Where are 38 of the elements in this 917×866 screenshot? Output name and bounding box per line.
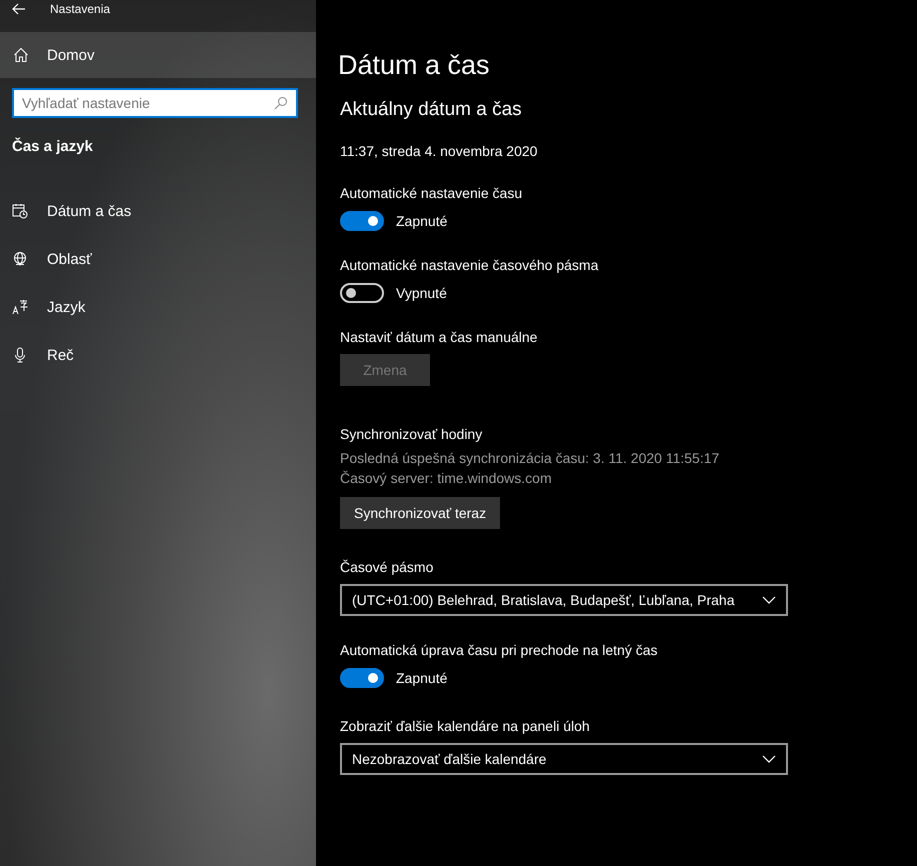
setting-label: Zobraziť ďalšie kalendáre na paneli úloh <box>340 718 591 734</box>
toggle-switch[interactable] <box>340 283 384 303</box>
setting-label: Automatické nastavenie časového pásma <box>340 257 600 273</box>
sync-info-text: Časový server: time.windows.com <box>340 469 553 488</box>
nav-item[interactable]: Dátum a čas <box>0 187 316 235</box>
search-field[interactable]: Vyhľadať nastavenie <box>12 88 298 118</box>
globe-icon <box>12 251 28 267</box>
toggle-state-text: Zapnuté <box>396 213 448 229</box>
window-title: Nastavenia <box>50 2 110 16</box>
toggle-state-text: Vypnuté <box>396 285 447 301</box>
dropdown[interactable]: (UTC+01:00) Belehrad, Bratislava, Budapešť, Ľubľana, Praha <box>340 584 788 616</box>
category-heading: Čas a jazyk <box>12 138 94 155</box>
setting-label: Časové pásmo <box>340 559 434 575</box>
home-icon <box>13 47 29 63</box>
search-icon <box>274 96 288 110</box>
dropdown[interactable]: Nezobrazovať ďalšie kalendáre <box>340 743 788 775</box>
calendar-clock-icon <box>12 203 28 219</box>
setting-label: Synchronizovať hodiny <box>340 426 484 442</box>
nav-item[interactable]: Oblasť <box>0 235 316 283</box>
toggle-switch[interactable] <box>340 211 384 231</box>
chevron-down-icon <box>762 596 776 604</box>
language-icon <box>12 299 28 315</box>
nav-item[interactable]: Jazyk <box>0 283 316 331</box>
toggle-state-text: Zapnuté <box>396 670 448 686</box>
section-title: Aktuálny dátum a čas <box>340 99 523 121</box>
chevron-down-icon <box>762 755 776 763</box>
microphone-icon <box>12 347 28 363</box>
setting-label: Automatické nastavenie času <box>340 185 524 201</box>
nav-item[interactable]: Reč <box>0 331 316 379</box>
setting-label: Nastaviť dátum a čas manuálne <box>340 329 538 345</box>
home-nav-item[interactable]: Domov <box>0 32 316 78</box>
back-button[interactable] <box>12 3 26 15</box>
toggle-switch[interactable] <box>340 668 384 688</box>
sync-now-button[interactable]: Synchronizovať teraz <box>340 497 500 529</box>
current-date-time: 11:37, streda 4. novembra 2020 <box>340 143 538 159</box>
setting-label: Automatická úprava času pri prechode na letný čas <box>340 642 659 658</box>
sync-info-text: Posledná úspešná synchronizácia času: 3. 11. 2020 11:55:17 <box>340 449 720 468</box>
page-title: Dátum a čas <box>338 50 491 81</box>
